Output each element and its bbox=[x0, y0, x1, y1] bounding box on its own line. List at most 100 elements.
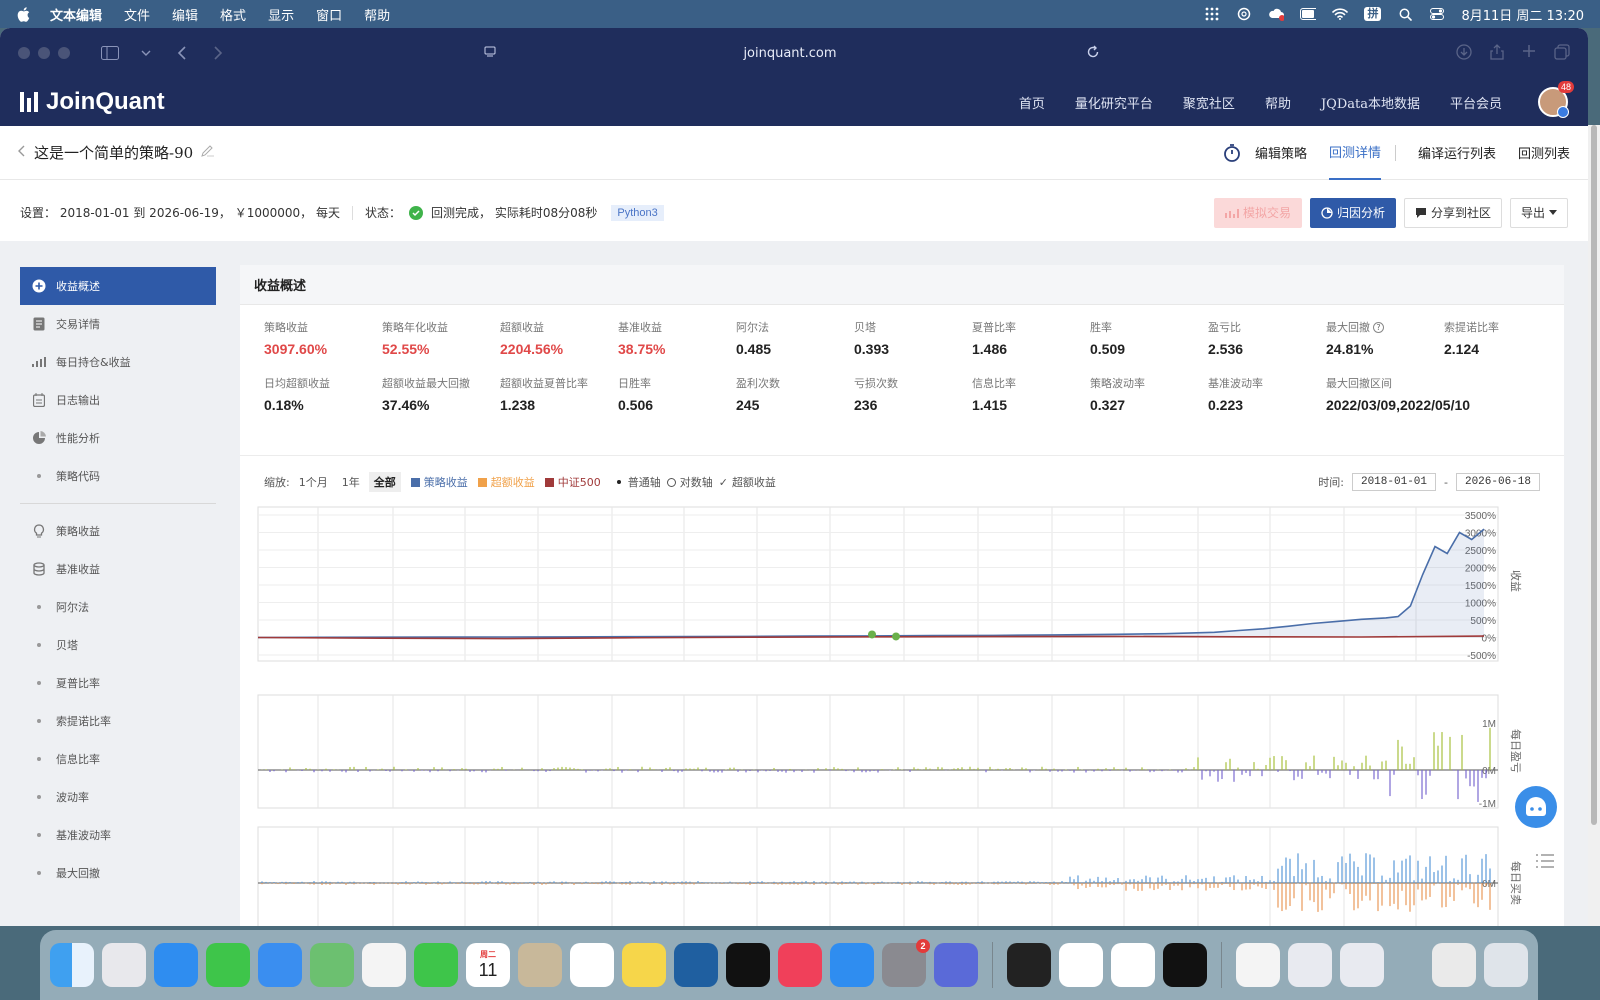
nav-membership[interactable]: 平台会员 bbox=[1450, 93, 1502, 112]
avatar[interactable]: 48 bbox=[1538, 81, 1574, 118]
photos-icon[interactable] bbox=[362, 943, 406, 987]
clock[interactable]: 8月11日 周二 13:20 bbox=[1461, 5, 1584, 24]
sidebar-item[interactable]: 阿尔法 bbox=[20, 588, 216, 626]
app-store-icon[interactable] bbox=[830, 943, 874, 987]
menu-edit[interactable]: 编辑 bbox=[172, 5, 198, 24]
pencil-icon[interactable] bbox=[201, 145, 215, 160]
trash-icon[interactable] bbox=[1484, 943, 1528, 987]
sidebar-item[interactable]: 策略代码 bbox=[20, 457, 216, 495]
tab-backtest-detail[interactable]: 回测详情 bbox=[1328, 126, 1381, 180]
back-chevron-icon[interactable] bbox=[18, 145, 26, 160]
terminal-icon[interactable] bbox=[1007, 943, 1051, 987]
sidebar-item[interactable]: 基准收益 bbox=[20, 550, 216, 588]
tab-overview-icon[interactable] bbox=[1554, 43, 1570, 63]
tab-backtest-list[interactable]: 回测列表 bbox=[1518, 126, 1570, 180]
joinquant-logo[interactable]: JoinQuant bbox=[20, 88, 165, 116]
calendar-icon[interactable]: 周二 11 bbox=[466, 943, 510, 987]
nav-home[interactable]: 首页 bbox=[1019, 93, 1045, 112]
menu-app-name[interactable]: 文本编辑 bbox=[50, 5, 102, 24]
iphone-mirroring-icon[interactable] bbox=[934, 943, 978, 987]
reload-icon[interactable] bbox=[1086, 45, 1100, 63]
safari-icon[interactable] bbox=[154, 943, 198, 987]
end-date-input[interactable]: 2026-06-18 bbox=[1455, 473, 1540, 491]
folder-stack-icon[interactable] bbox=[1432, 943, 1476, 987]
system-settings-icon[interactable]: 2 bbox=[882, 939, 930, 987]
music-icon[interactable] bbox=[778, 943, 822, 987]
menu-window[interactable]: 窗口 bbox=[316, 5, 342, 24]
textedit-icon[interactable] bbox=[1059, 943, 1103, 987]
close-button[interactable] bbox=[18, 47, 30, 59]
sidebar-item[interactable]: 策略收益 bbox=[20, 512, 216, 550]
launchpad-icon[interactable] bbox=[102, 943, 146, 987]
sidebar-item[interactable]: 信息比率 bbox=[20, 740, 216, 778]
window-thumbnail-icon[interactable] bbox=[1288, 943, 1332, 987]
help-icon[interactable]: ? bbox=[1373, 321, 1384, 333]
sidebar-item[interactable]: 最大回撤 bbox=[20, 854, 216, 892]
search-icon[interactable] bbox=[1397, 7, 1413, 21]
minimize-button[interactable] bbox=[38, 47, 50, 59]
input-method-indicator[interactable]: 拼 bbox=[1364, 7, 1382, 21]
menu-file[interactable]: 文件 bbox=[124, 5, 150, 24]
export-button[interactable]: 导出 bbox=[1509, 197, 1568, 228]
control-center-icon[interactable] bbox=[1429, 7, 1445, 21]
sidebar-item[interactable]: 贝塔 bbox=[20, 626, 216, 664]
list-menu-icon[interactable] bbox=[1530, 846, 1560, 876]
sidebar-item[interactable]: 交易详情 bbox=[20, 305, 216, 343]
page-menu-icon[interactable] bbox=[484, 46, 496, 62]
document-thumbnail-icon[interactable] bbox=[1236, 943, 1280, 987]
sidebar-item[interactable]: 夏普比率 bbox=[20, 664, 216, 702]
sidebar-item[interactable]: 波动率 bbox=[20, 778, 216, 816]
start-date-input[interactable]: 2018-01-01 bbox=[1351, 473, 1436, 491]
window-thumbnail-icon[interactable] bbox=[1340, 943, 1384, 987]
sidebar-item[interactable]: 基准波动率 bbox=[20, 816, 216, 854]
chevron-down-icon[interactable] bbox=[132, 41, 160, 65]
sidebar-item[interactable]: 每日持仓&收益 bbox=[20, 343, 216, 381]
sidebar-item[interactable]: 性能分析 bbox=[20, 419, 216, 457]
mail-icon[interactable] bbox=[258, 943, 302, 987]
zoom-1y[interactable]: 1年 bbox=[337, 472, 365, 492]
returns-chart[interactable]: 3500%3000%2500%2000%1500%1000%500%0%-500… bbox=[240, 501, 1564, 926]
chatgpt-icon[interactable] bbox=[1111, 943, 1155, 987]
scrollbar-thumb[interactable] bbox=[1591, 125, 1597, 825]
menu-format[interactable]: 格式 bbox=[220, 5, 246, 24]
maps-icon[interactable] bbox=[310, 943, 354, 987]
apple-tv-icon[interactable] bbox=[726, 943, 770, 987]
sidebar-toggle-icon[interactable] bbox=[96, 41, 124, 65]
sidebar-item[interactable]: 索提诺比率 bbox=[20, 702, 216, 740]
grid-dots-icon[interactable] bbox=[1204, 7, 1220, 21]
apple-icon[interactable] bbox=[16, 6, 30, 22]
address-bar[interactable]: joinquant.com bbox=[470, 38, 1110, 68]
attribution-button[interactable]: 归因分析 bbox=[1309, 197, 1396, 228]
finder-icon[interactable] bbox=[50, 943, 94, 987]
nav-community[interactable]: 聚宽社区 bbox=[1183, 93, 1235, 112]
tab-edit-strategy[interactable]: 编辑策略 bbox=[1255, 126, 1307, 180]
axis-log[interactable]: 对数轴 bbox=[666, 474, 713, 490]
legend-benchmark[interactable]: 中证500 bbox=[544, 474, 601, 490]
page-scrollbar[interactable] bbox=[1588, 125, 1600, 926]
sim-trade-button[interactable]: 模拟交易 bbox=[1213, 197, 1302, 228]
zoom-1m[interactable]: 1个月 bbox=[294, 472, 333, 492]
contacts-icon[interactable] bbox=[518, 943, 562, 987]
sidebar-item[interactable]: 日志输出 bbox=[20, 381, 216, 419]
facetime-icon[interactable] bbox=[414, 943, 458, 987]
customer-service-icon[interactable] bbox=[1515, 786, 1557, 828]
zoom-all[interactable]: 全部 bbox=[368, 472, 401, 492]
battery-icon[interactable] bbox=[1300, 7, 1317, 21]
openai-icon[interactable] bbox=[1236, 7, 1252, 21]
reminders-icon[interactable] bbox=[570, 943, 614, 987]
menu-view[interactable]: 显示 bbox=[268, 5, 294, 24]
wifi-icon[interactable] bbox=[1332, 7, 1349, 21]
forward-arrow-icon[interactable] bbox=[204, 41, 232, 65]
new-tab-icon[interactable] bbox=[1522, 44, 1536, 63]
nav-jqdata[interactable]: JQData本地数据 bbox=[1321, 93, 1420, 112]
nav-research[interactable]: 量化研究平台 bbox=[1075, 93, 1153, 112]
tab-compile-list[interactable]: 编译运行列表 bbox=[1418, 126, 1496, 180]
legend-excess[interactable]: 超额收益 bbox=[477, 474, 535, 490]
nav-help[interactable]: 帮助 bbox=[1265, 93, 1291, 112]
menu-help[interactable]: 帮助 bbox=[364, 5, 390, 24]
notes-icon[interactable] bbox=[622, 943, 666, 987]
messages-icon[interactable] bbox=[206, 943, 250, 987]
share-icon[interactable] bbox=[1490, 43, 1504, 63]
axis-normal[interactable]: 普通轴 bbox=[615, 474, 661, 490]
legend-strategy[interactable]: 策略收益 bbox=[410, 474, 468, 490]
